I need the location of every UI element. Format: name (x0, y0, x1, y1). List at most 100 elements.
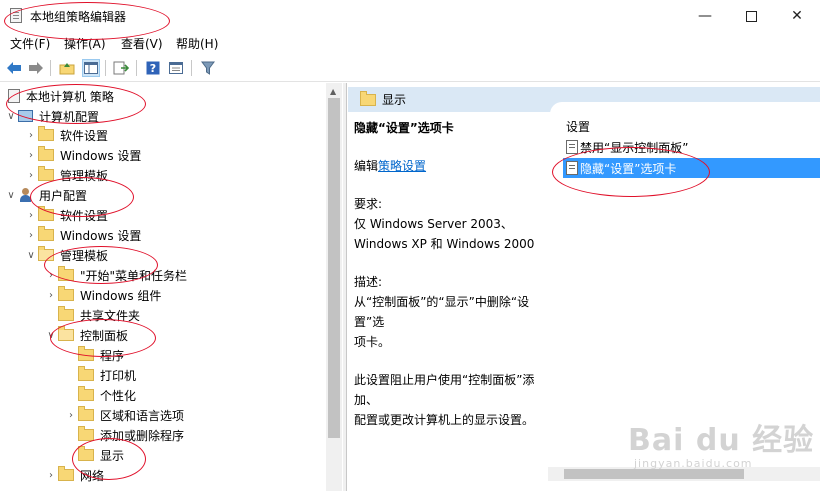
settings-column-header[interactable]: 设置 (566, 118, 590, 135)
menu-view[interactable]: 查看(V) (121, 35, 163, 52)
maximize-icon (745, 10, 757, 22)
folder-icon (58, 306, 74, 321)
details-header-title: 显示 (382, 93, 407, 107)
pane-splitter[interactable] (343, 83, 347, 491)
svg-text:?: ? (150, 62, 156, 75)
close-button[interactable]: ✕ (774, 0, 820, 32)
chevron-down-icon[interactable]: ∨ (24, 250, 38, 261)
tree-item-shared-folders[interactable]: 共享文件夹 (58, 305, 140, 325)
tree-item-start-menu-taskbar[interactable]: › "开始"菜单和任务栏 (44, 265, 187, 285)
tree-item-software-settings[interactable]: › 软件设置 (24, 205, 108, 225)
menu-file[interactable]: 文件(F) (10, 35, 50, 52)
menu-action[interactable]: 操作(A) (64, 35, 106, 52)
tree-item-programs[interactable]: 程序 (78, 345, 124, 365)
tree-item-computer-config[interactable]: ∨ 计算机配置 (4, 106, 99, 126)
tree-item-label: 用户配置 (39, 188, 88, 203)
tree-item-label: 控制面板 (80, 328, 129, 343)
folder-icon (78, 366, 94, 381)
tree-item-label: 共享文件夹 (80, 308, 141, 323)
chevron-right-icon[interactable]: › (64, 410, 78, 421)
requirements-text: Windows XP 和 Windows 2000 (354, 237, 535, 251)
tree-item-windows-settings[interactable]: › Windows 设置 (24, 225, 141, 245)
export-list-icon[interactable] (112, 59, 130, 77)
description-text: 从“控制面板”的“显示”中删除“设置”选 (354, 295, 530, 329)
tree-item-label: 显示 (100, 448, 125, 463)
folder-icon (58, 266, 74, 281)
tree-item-label: Windows 组件 (80, 288, 162, 303)
forward-arrow-icon[interactable] (27, 59, 45, 77)
show-hide-tree-icon[interactable] (82, 59, 100, 77)
tree-item-printers[interactable]: 打印机 (78, 365, 136, 385)
chevron-down-icon[interactable]: ∨ (4, 111, 18, 122)
tree-item-regional-language[interactable]: › 区域和语言选项 (64, 405, 184, 425)
toolbar-separator (105, 60, 106, 76)
folder-icon (78, 426, 94, 441)
setting-item-hide-settings-tab[interactable]: 隐藏“设置”选项卡 (563, 158, 820, 178)
edit-prefix: 编辑 (354, 159, 379, 173)
setting-item-label: 禁用“显示控制面板” (580, 140, 689, 155)
chevron-down-icon[interactable]: ∨ (44, 330, 58, 341)
tree-item-label: Windows 设置 (60, 148, 142, 163)
tree-item-network[interactable]: › 网络 (44, 465, 104, 485)
chevron-right-icon[interactable]: › (44, 470, 58, 481)
policy-setting-icon (566, 161, 578, 175)
properties-icon[interactable] (167, 59, 185, 77)
setting-item-label: 隐藏“设置”选项卡 (580, 161, 677, 176)
setting-item-disable-display-cp[interactable]: 禁用“显示控制面板” (563, 137, 820, 157)
tree-item-display[interactable]: 显示 (78, 445, 124, 465)
tree-item-label: 网络 (80, 468, 105, 483)
minimize-button[interactable]: — (682, 0, 728, 32)
tree-item-admin-templates[interactable]: ∨ 管理模板 (24, 245, 108, 265)
tree-item-label: 管理模板 (60, 168, 109, 183)
scroll-up-arrow-icon[interactable]: ▲ (330, 87, 336, 96)
menu-help[interactable]: 帮助(H) (176, 35, 218, 52)
chevron-down-icon[interactable]: ∨ (4, 190, 18, 201)
tree-item-control-panel[interactable]: ∨ 控制面板 (44, 325, 128, 345)
tree-item-admin-templates[interactable]: › 管理模板 (24, 165, 108, 185)
folder-icon (38, 126, 54, 141)
tree-item-label: 区域和语言选项 (100, 408, 185, 423)
tree-scrollbar[interactable]: ▲ (326, 83, 342, 491)
tree-item-label: 个性化 (100, 388, 137, 403)
scrollbar-thumb[interactable] (328, 98, 340, 438)
tree-item-user-config[interactable]: ∨ 用户配置 (4, 185, 87, 205)
back-arrow-icon[interactable] (5, 59, 23, 77)
window-title: 本地组策略编辑器 (30, 10, 127, 24)
chevron-right-icon[interactable]: › (44, 290, 58, 301)
help-icon[interactable]: ? (144, 59, 162, 77)
edit-policy-link[interactable]: 策略设置 (378, 159, 426, 173)
tree-item-label: Windows 设置 (60, 228, 142, 243)
tree-item-windows-settings[interactable]: › Windows 设置 (24, 145, 141, 165)
policy-description-panel: 隐藏“设置”选项卡 编辑策略设置 要求: 仅 Windows Server 20… (354, 118, 554, 430)
tree-item-software-settings[interactable]: › 软件设置 (24, 125, 108, 145)
watermark-logo-text: Bai du 经验 (628, 423, 815, 458)
maximize-button[interactable] (728, 0, 774, 32)
baidu-watermark: Bai du 经验 jingyan.baidu.com (628, 415, 818, 485)
chevron-right-icon[interactable]: › (24, 150, 38, 161)
chevron-right-icon[interactable]: › (24, 230, 38, 241)
tree-item-personalization[interactable]: 个性化 (78, 385, 136, 405)
tree-item-label: 计算机配置 (39, 109, 100, 124)
toolbar-separator (191, 60, 192, 76)
policy-document-icon (8, 89, 20, 103)
tree-item-label: 添加或删除程序 (100, 428, 185, 443)
tree-item-label: 程序 (100, 348, 125, 363)
tree-item-windows-components[interactable]: › Windows 组件 (44, 285, 161, 305)
requirements-text: 仅 Windows Server 2003、 (354, 217, 513, 231)
chevron-right-icon[interactable]: › (24, 130, 38, 141)
tree-root[interactable]: 本地计算机 策略 (8, 86, 114, 106)
chevron-right-icon[interactable]: › (44, 270, 58, 281)
title-bar: 本地组策略编辑器 — ✕ (0, 0, 820, 32)
folder-icon (58, 466, 74, 481)
policy-title: 隐藏“设置”选项卡 (354, 121, 454, 135)
folder-icon (38, 166, 54, 181)
folder-up-icon[interactable] (58, 59, 76, 77)
tree-root-label: 本地计算机 策略 (26, 89, 114, 104)
description-text: 项卡。 (354, 335, 391, 349)
chevron-right-icon[interactable]: › (24, 210, 38, 221)
tree-item-add-remove-programs[interactable]: 添加或删除程序 (78, 425, 184, 445)
folder-icon (58, 286, 74, 301)
chevron-right-icon[interactable]: › (24, 170, 38, 181)
folder-icon (78, 406, 94, 421)
filter-icon[interactable] (199, 59, 217, 77)
